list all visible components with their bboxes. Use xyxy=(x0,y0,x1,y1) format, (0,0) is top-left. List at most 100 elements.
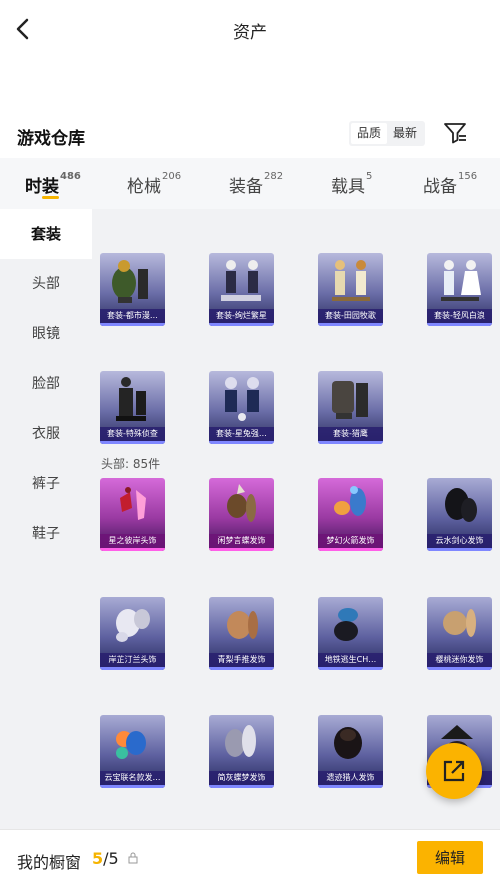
item-label: 遗迹猎人发饰 xyxy=(318,771,383,785)
item-card[interactable]: 地铁逃生CH… xyxy=(318,597,383,670)
item-label: 套装-星兔强… xyxy=(209,427,274,441)
bottom-bar: 我的橱窗 5/5 编辑 xyxy=(0,829,500,885)
rarity-bar xyxy=(209,441,274,444)
sidebar-item-face[interactable]: 脸部 xyxy=(0,374,92,394)
external-link-icon xyxy=(443,760,465,782)
sidebar-item-suits[interactable]: 套装 xyxy=(0,209,92,259)
item-label: 云水剑心发饰 xyxy=(427,534,492,548)
tab-guns[interactable]: 枪械206 xyxy=(127,171,181,197)
category-tabs: 时装486 枪械206 装备282 载具5 战备156 xyxy=(0,158,500,209)
sidebar-item-head[interactable]: 头部 xyxy=(0,274,92,294)
item-card[interactable]: 套装-都市漫… xyxy=(100,253,165,326)
sort-quality-option[interactable]: 品质 xyxy=(351,123,388,144)
tab-vehicles[interactable]: 载具5 xyxy=(331,171,373,197)
item-label: 梦幻火箭发饰 xyxy=(318,534,383,548)
item-label: 岸芷汀兰头饰 xyxy=(100,653,165,667)
sidebar-item-clothes[interactable]: 衣服 xyxy=(0,424,92,444)
hair-ornament-icon xyxy=(120,487,146,520)
rarity-bar xyxy=(318,323,383,326)
item-card[interactable]: 星之彼岸头饰 xyxy=(100,478,165,551)
sort-newest-option[interactable]: 最新 xyxy=(387,123,423,144)
item-card[interactable]: 云宝联名款发… xyxy=(100,715,165,788)
sidebar-item-shoes[interactable]: 鞋子 xyxy=(0,524,92,544)
suit-breeze-icon xyxy=(441,260,481,301)
cabinet-total: /5 xyxy=(103,849,119,868)
item-card[interactable]: 套装-绚烂繁星 xyxy=(209,253,274,326)
hair-ornament-icon xyxy=(227,484,256,522)
tab-count: 282 xyxy=(264,171,284,182)
item-label: 青梨手推发饰 xyxy=(209,653,274,667)
hair-ornament-icon xyxy=(225,725,256,757)
lock-icon xyxy=(128,852,138,864)
share-fab-button[interactable] xyxy=(426,743,482,799)
item-label: 樱桃迷你发饰 xyxy=(427,653,492,667)
item-card[interactable]: 岸芷汀兰头饰 xyxy=(100,597,165,670)
item-card[interactable]: 套装-特殊侦查 xyxy=(100,371,165,444)
rarity-bar xyxy=(318,441,383,444)
item-card[interactable]: 套装-猎鹰 xyxy=(318,371,383,444)
filter-icon[interactable] xyxy=(443,121,469,145)
item-card[interactable]: 云水剑心发饰 xyxy=(427,478,492,551)
hair-ornament-icon xyxy=(116,731,146,759)
tab-supplies[interactable]: 战备156 xyxy=(423,171,477,197)
hair-ornament-icon xyxy=(334,486,366,516)
rarity-bar xyxy=(100,441,165,444)
item-label: 星之彼岸头饰 xyxy=(100,534,165,548)
item-card[interactable]: 闲梦言蝶发饰 xyxy=(209,478,274,551)
item-label: 套装-特殊侦查 xyxy=(100,427,165,441)
hair-ornament-icon xyxy=(116,609,150,642)
rarity-bar xyxy=(427,548,492,551)
tab-count: 5 xyxy=(366,171,373,182)
tab-label: 时装 xyxy=(25,177,59,197)
hair-ornament-icon xyxy=(445,488,477,522)
cabinet-current: 5 xyxy=(92,849,104,868)
tab-label: 载具 xyxy=(331,177,365,197)
cabinet-count: 5/5 xyxy=(92,849,119,868)
suit-urban-icon xyxy=(112,260,148,303)
suit-star-icon xyxy=(221,260,261,301)
edit-button[interactable]: 编辑 xyxy=(417,841,483,874)
hair-ornament-icon xyxy=(443,609,476,637)
rarity-bar xyxy=(100,323,165,326)
rarity-bar xyxy=(318,548,383,551)
sidebar-item-pants[interactable]: 裤子 xyxy=(0,474,92,494)
item-card[interactable]: 简灰蝶梦发饰 xyxy=(209,715,274,788)
item-card[interactable]: 樱桃迷你发饰 xyxy=(427,597,492,670)
tab-fashion[interactable]: 时装486 xyxy=(25,171,81,197)
suit-recon-icon xyxy=(116,377,146,421)
item-label: 闲梦言蝶发饰 xyxy=(209,534,274,548)
tab-label: 枪械 xyxy=(127,177,161,197)
item-card[interactable]: 套装-星兔强… xyxy=(209,371,274,444)
hair-ornament-icon xyxy=(227,611,258,639)
item-label: 地铁逃生CH… xyxy=(318,653,383,667)
rarity-bar xyxy=(100,548,165,551)
item-label: 套装-绚烂繁星 xyxy=(209,309,274,323)
tab-equipment[interactable]: 装备282 xyxy=(229,171,284,197)
section-header-head: 头部: 85件 xyxy=(101,457,161,471)
item-card[interactable]: 梦幻火箭发饰 xyxy=(318,478,383,551)
rarity-bar xyxy=(100,667,165,670)
tab-label: 装备 xyxy=(229,177,263,197)
item-card[interactable]: 套装-田园牧歌 xyxy=(318,253,383,326)
sidebar: 套装 头部 眼镜 脸部 衣服 裤子 鞋子 xyxy=(0,209,92,829)
rarity-bar xyxy=(100,785,165,788)
rarity-bar xyxy=(209,323,274,326)
rarity-bar xyxy=(209,667,274,670)
suit-falcon-icon xyxy=(332,381,368,419)
item-card[interactable]: 遗迹猎人发饰 xyxy=(318,715,383,788)
item-card[interactable]: 套装-轻风白浪 xyxy=(427,253,492,326)
tab-label: 战备 xyxy=(423,177,457,197)
item-card[interactable]: 青梨手推发饰 xyxy=(209,597,274,670)
item-label: 套装-猎鹰 xyxy=(318,427,383,441)
page-title: 资产 xyxy=(233,23,267,43)
item-label: 云宝联名款发… xyxy=(100,771,165,785)
rarity-bar xyxy=(209,785,274,788)
hair-ornament-icon xyxy=(334,608,358,641)
top-bar: 资产 xyxy=(0,0,500,60)
rarity-bar xyxy=(427,323,492,326)
item-label: 套装-轻风白浪 xyxy=(427,309,492,323)
cabinet-label: 我的橱窗 xyxy=(17,853,82,872)
hair-ornament-icon xyxy=(334,727,362,759)
sidebar-item-glasses[interactable]: 眼镜 xyxy=(0,324,92,344)
rarity-bar xyxy=(318,667,383,670)
